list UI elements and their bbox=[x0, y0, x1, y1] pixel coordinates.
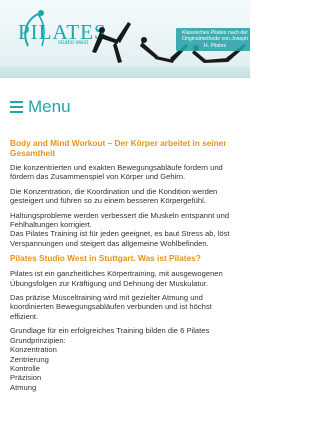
principle-item: Konzentration bbox=[10, 345, 57, 355]
section-heading: Pilates Studio West in Stuttgart. Was is… bbox=[10, 253, 201, 264]
menu-label: Menu bbox=[28, 97, 71, 116]
main-content: Body and Mind Workout – Der Körper arbei… bbox=[0, 138, 250, 392]
principle-item: Zentrierung bbox=[10, 354, 49, 364]
paragraph: Das Pilates Training ist für jeden geeig… bbox=[10, 229, 230, 248]
paragraph: Die Konzentration, die Koordination und … bbox=[10, 186, 218, 206]
paragraph: Haltungsprobleme werden verbessert die M… bbox=[10, 210, 230, 230]
hamburger-icon bbox=[10, 101, 23, 113]
section-heading: Body and Mind Workout – Der Körper arbei… bbox=[10, 138, 227, 158]
principle-item: Atmung bbox=[10, 382, 37, 392]
principle-item: Präzision bbox=[10, 373, 42, 383]
paragraph: Das präzise Musceltraining wird mit gezi… bbox=[10, 293, 212, 321]
header-banner: PILATES studio west Klassisches Pilates … bbox=[0, 0, 250, 78]
principle-item: Kontrolle bbox=[10, 363, 40, 373]
paragraph: Die konzentrierten und exakten Bewegungs… bbox=[10, 163, 223, 182]
paragraph: Grundlage für ein erfolgreiches Training… bbox=[10, 326, 210, 345]
menu-toggle[interactable]: Menu bbox=[10, 96, 250, 118]
banner-claim: Klassisches Pilates nach der Originalmet… bbox=[176, 28, 250, 52]
paragraph: Pilates ist ein ganzheitliches Körpertra… bbox=[10, 269, 223, 288]
